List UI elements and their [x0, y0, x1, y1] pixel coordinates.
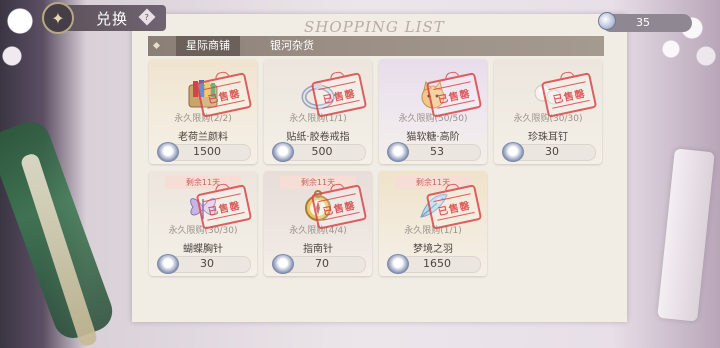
sold-out-label: 已售罄 [207, 88, 242, 106]
item-card[interactable]: 剩余11天 永久限购(4/4) 已售罄 指南针 70 [264, 171, 372, 276]
item-card[interactable]: 永久限购(30/30) 已售罄 珍珠耳钉 30 [494, 59, 602, 164]
tab-interstellar-shop[interactable]: 星际商铺 [176, 36, 240, 56]
item-price: 500 [311, 145, 333, 158]
item-card[interactable]: 剩余11天 永久限购(30/30) 已售罄 蝴蝶胸针 30 [149, 171, 257, 276]
item-name: 珍珠耳钉 [528, 132, 568, 143]
tab-galaxy-goods[interactable]: 银河杂货 [260, 36, 324, 56]
stamp-crown-icon [214, 70, 230, 81]
item-price: 1650 [423, 257, 451, 270]
item-price: 70 [315, 257, 329, 270]
item-name: 指南针 [303, 244, 333, 255]
sold-out-label: 已售罄 [207, 200, 242, 218]
item-price: 53 [430, 145, 444, 158]
item-name: 猫软糖·高阶 [406, 132, 460, 143]
item-card[interactable]: 永久限购(50/50) 已售罄 猫软糖·高阶 53 [379, 59, 487, 164]
item-card[interactable]: 永久限购(1/1) 已售罄 贴纸·胶卷戒指 500 [264, 59, 372, 164]
ring-currency-icon [598, 12, 616, 30]
item-name: 梦境之羽 [413, 244, 453, 255]
lace-decoration-left [0, 0, 40, 70]
sold-out-label: 已售罄 [322, 200, 357, 218]
item-name: 蝴蝶胸针 [183, 244, 223, 255]
tab-bar: 星际商铺 银河杂货 [148, 36, 604, 56]
stamp-crown-icon [559, 70, 575, 81]
stamp-crown-icon [444, 70, 460, 81]
page-title: 兑换 [96, 10, 129, 28]
currency-value: 35 [636, 16, 650, 29]
tab-bar-diamond-icon [152, 41, 161, 50]
sold-out-label: 已售罄 [437, 200, 472, 218]
item-price: 30 [545, 145, 559, 158]
item-name: 老荷兰颜料 [178, 132, 228, 143]
sold-out-label: 已售罄 [552, 88, 587, 106]
item-name: 贴纸·胶卷戒指 [286, 132, 350, 143]
item-price: 1500 [193, 145, 221, 158]
sold-out-label: 已售罄 [322, 88, 357, 106]
scroll-decoration [657, 148, 715, 322]
sold-out-label: 已售罄 [437, 88, 472, 106]
item-price: 30 [200, 257, 214, 270]
item-card[interactable]: 剩余11天 永久限购(1/1) 已售罄 梦境之羽 1650 [379, 171, 487, 276]
back-emblem-icon: ✦ [51, 8, 65, 28]
lace-decoration-right [650, 0, 720, 70]
shopping-list-heading: SHOPPING LIST [304, 18, 445, 36]
item-card[interactable]: 永久限购(2/2) 已售罄 老荷兰颜料 1500 [149, 59, 257, 164]
stamp-crown-icon [329, 70, 345, 81]
back-button[interactable]: ✦ [42, 2, 74, 34]
